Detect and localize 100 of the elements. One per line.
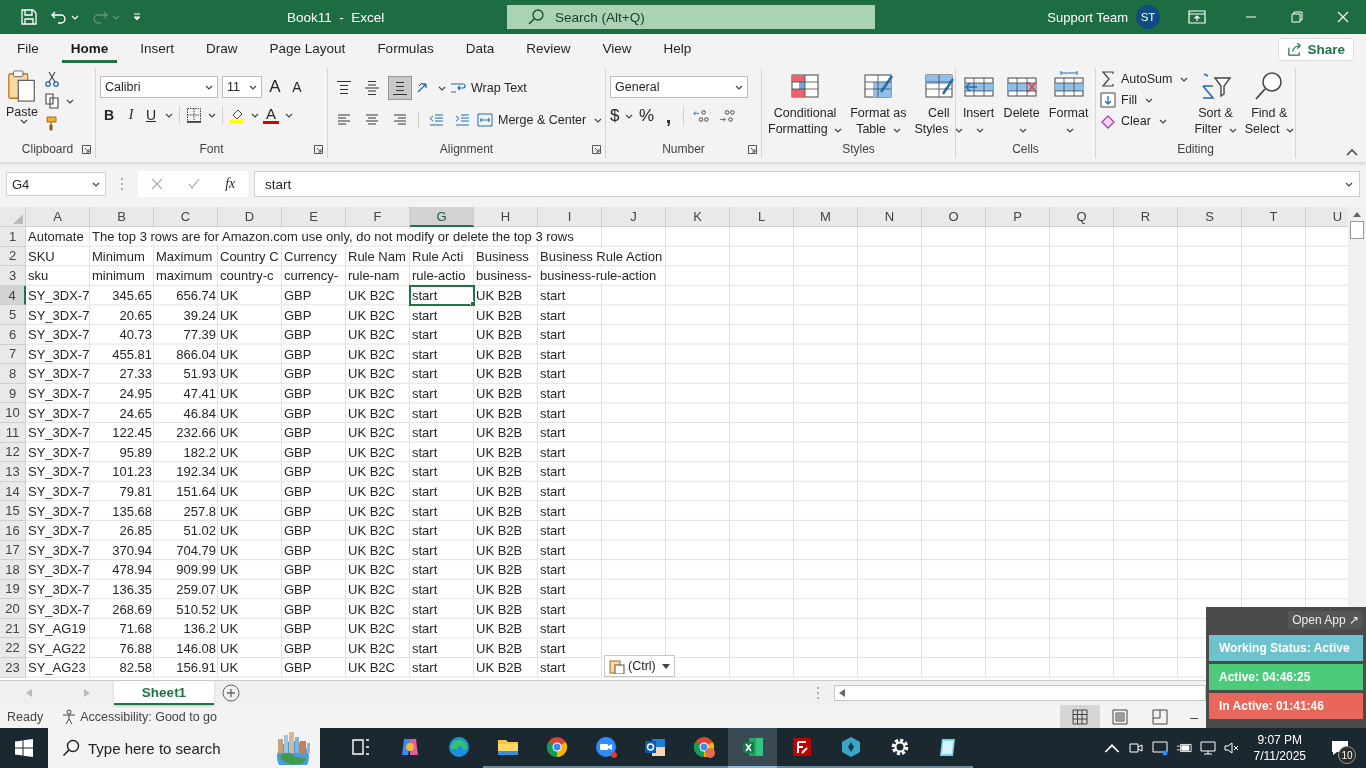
check-icon[interactable]: [187, 178, 200, 190]
sheet-tab[interactable]: Sheet1: [114, 681, 214, 705]
row-header[interactable]: 16: [0, 520, 26, 541]
row-header[interactable]: 2: [0, 246, 26, 267]
column-header[interactable]: K: [666, 207, 730, 227]
row-header[interactable]: 10: [0, 403, 26, 423]
cells-button[interactable]: Delete: [1001, 68, 1042, 139]
paste-options-button[interactable]: (Ctrl): [604, 655, 675, 677]
cut-icon[interactable]: [44, 71, 60, 87]
column-header[interactable]: G: [410, 207, 474, 227]
formula-field[interactable]: start: [254, 171, 1360, 197]
fill-color-button[interactable]: [229, 107, 259, 123]
row-header[interactable]: 15: [0, 501, 26, 521]
scroll-left-icon[interactable]: [839, 689, 845, 697]
column-header[interactable]: J: [602, 207, 666, 227]
row-header[interactable]: 1: [0, 227, 26, 247]
dialog-launcher-icon[interactable]: [82, 144, 91, 154]
font-color-button[interactable]: A: [263, 106, 293, 124]
row-header[interactable]: 7: [0, 344, 26, 365]
open-app-button[interactable]: Open App ↗: [1288, 611, 1363, 629]
dialog-launcher-icon[interactable]: [314, 144, 323, 154]
bold-button[interactable]: B: [100, 107, 118, 123]
muted-speaker-icon[interactable]: [1223, 740, 1240, 756]
ribbon-tab[interactable]: View: [593, 35, 641, 63]
italic-button[interactable]: I: [122, 107, 140, 123]
row-header[interactable]: 23: [0, 658, 26, 678]
start-icon[interactable]: [15, 739, 33, 757]
column-header[interactable]: I: [538, 207, 602, 227]
customize-toolbar-icon[interactable]: [132, 12, 142, 22]
editing-button[interactable]: Find & Select: [1242, 68, 1296, 139]
row-header[interactable]: 22: [0, 638, 26, 659]
row-header[interactable]: 9: [0, 383, 26, 404]
editing-button[interactable]: Fill: [1100, 92, 1189, 108]
scroll-thumb[interactable]: [1350, 221, 1364, 239]
search-field[interactable]: Type here to search: [48, 728, 320, 768]
editing-button[interactable]: Sort & Filter: [1192, 68, 1239, 139]
column-header[interactable]: S: [1178, 207, 1242, 227]
ribbon-tab[interactable]: Draw: [197, 35, 247, 63]
ribbon-tab[interactable]: Insert: [131, 35, 184, 63]
copy-button[interactable]: [44, 93, 74, 109]
ribbon-display-icon[interactable]: [1188, 8, 1206, 26]
number-format-field[interactable]: General: [610, 76, 748, 98]
percent-button[interactable]: %: [637, 106, 656, 126]
row-header[interactable]: 3: [0, 266, 26, 286]
cells-button[interactable]: Format: [1046, 68, 1091, 139]
ribbon-tab[interactable]: Formulas: [368, 35, 443, 63]
notifications-button[interactable]: 10: [1324, 732, 1356, 764]
column-header[interactable]: A: [26, 207, 90, 227]
row-header[interactable]: 13: [0, 462, 26, 482]
align-button[interactable]: [388, 76, 412, 100]
dialog-launcher-icon[interactable]: [748, 144, 757, 154]
font-size-field[interactable]: 11: [222, 76, 262, 98]
merge-center-button[interactable]: Merge & Center: [477, 112, 603, 128]
column-header[interactable]: N: [858, 207, 922, 227]
column-header[interactable]: Q: [1050, 207, 1114, 227]
row-header[interactable]: 14: [0, 481, 26, 502]
column-header[interactable]: H: [474, 207, 538, 227]
horizontal-scrollbar[interactable]: [834, 685, 1206, 701]
currency-button[interactable]: $: [610, 106, 634, 126]
styles-button[interactable]: Format as Table: [848, 68, 909, 139]
ribbon-tab[interactable]: Data: [456, 35, 504, 63]
shrink-font-button[interactable]: A: [288, 79, 306, 95]
column-header[interactable]: M: [794, 207, 858, 227]
row-header[interactable]: 19: [0, 579, 26, 600]
styles-button[interactable]: Conditional Formatting: [766, 68, 845, 139]
vertical-scrollbar[interactable]: [1348, 207, 1366, 607]
column-header[interactable]: R: [1114, 207, 1178, 227]
collapse-ribbon-icon[interactable]: [1346, 148, 1358, 156]
row-header[interactable]: 17: [0, 540, 26, 561]
avatar[interactable]: ST: [1136, 5, 1160, 29]
row-header[interactable]: 18: [0, 560, 26, 580]
add-sheet-icon[interactable]: [222, 684, 240, 702]
ribbon-tab[interactable]: File: [8, 35, 48, 63]
editing-button[interactable]: AutoSum: [1100, 71, 1189, 87]
font-name-field[interactable]: Calibri: [100, 76, 218, 98]
column-header[interactable]: D: [218, 207, 282, 227]
row-header[interactable]: 11: [0, 422, 26, 443]
row-header[interactable]: 20: [0, 599, 26, 619]
column-header[interactable]: L: [730, 207, 794, 227]
accessibility-button[interactable]: Accessibility: Good to go: [61, 708, 217, 725]
row-header[interactable]: 4: [0, 285, 26, 306]
clock[interactable]: 9:07 PM 7/11/2025: [1253, 732, 1306, 764]
row-header[interactable]: 12: [0, 442, 26, 463]
format-painter-icon[interactable]: [44, 115, 60, 131]
zoom-out-button[interactable]: –: [1190, 708, 1198, 725]
account-name[interactable]: Support Team: [1047, 9, 1128, 25]
dialog-launcher-icon[interactable]: [592, 144, 601, 154]
row-header[interactable]: 8: [0, 364, 26, 384]
ribbon-tab[interactable]: Page Layout: [260, 35, 355, 63]
network-icon[interactable]: [1199, 740, 1216, 756]
search-field[interactable]: Search (Alt+Q): [507, 5, 875, 29]
row-header[interactable]: 5: [0, 305, 26, 325]
editing-button[interactable]: Clear: [1100, 113, 1189, 129]
column-header[interactable]: O: [922, 207, 986, 227]
column-header[interactable]: U: [1306, 207, 1348, 227]
grow-font-button[interactable]: A: [266, 77, 284, 97]
column-header[interactable]: P: [986, 207, 1050, 227]
normal-view-button[interactable]: [1060, 705, 1101, 728]
column-header[interactable]: F: [346, 207, 410, 227]
column-header[interactable]: E: [282, 207, 346, 227]
